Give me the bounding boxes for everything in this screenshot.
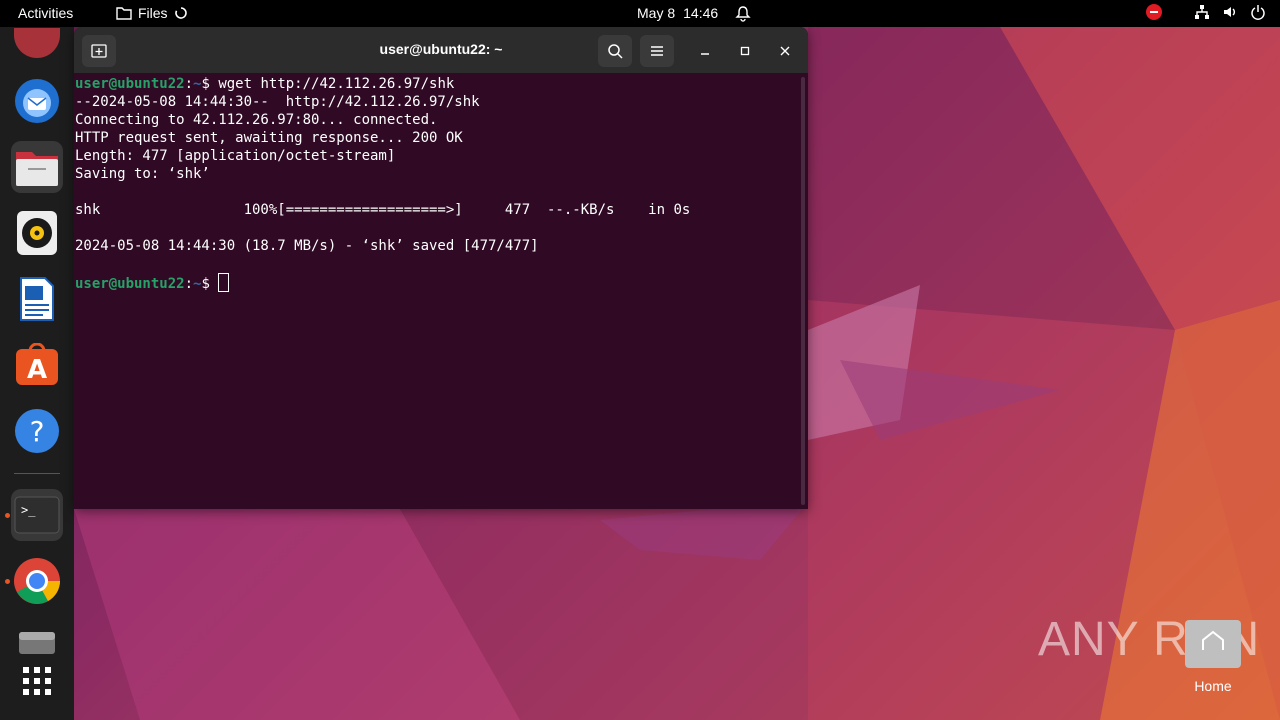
dock-item-files[interactable]: [11, 141, 63, 193]
prompt-symbol: $: [201, 76, 210, 92]
minimize-button[interactable]: [693, 39, 717, 63]
dock-item-software[interactable]: A: [11, 339, 63, 391]
app-menu[interactable]: Files: [116, 5, 188, 21]
dock-item-partial[interactable]: [11, 17, 63, 69]
search-button[interactable]: [598, 35, 632, 67]
dock-item-terminal[interactable]: >_: [11, 489, 63, 541]
maximize-icon: [740, 46, 750, 56]
dock-item-help[interactable]: ?: [11, 405, 63, 457]
output-line: HTTP request sent, awaiting response... …: [75, 130, 463, 146]
files-icon: [16, 152, 58, 186]
folder-icon: [116, 7, 132, 20]
prompt-user: user@ubuntu22: [75, 76, 185, 92]
dock-item-chrome[interactable]: [11, 555, 63, 607]
loading-spinner-icon: [174, 7, 187, 19]
app-grid-icon: [23, 667, 51, 695]
output-line: ​: [75, 183, 800, 201]
dock-separator: [14, 473, 60, 474]
command-text: wget http://42.112.26.97/shk: [209, 76, 455, 92]
running-indicator: [5, 579, 10, 584]
scrollbar[interactable]: [801, 77, 805, 505]
svg-text:>_: >_: [21, 503, 36, 517]
prompt-user: user@ubuntu22: [75, 276, 185, 292]
notification-bell-icon[interactable]: [735, 5, 751, 22]
system-tray[interactable]: [1146, 4, 1266, 20]
menu-button[interactable]: [640, 35, 674, 67]
clock[interactable]: May 8 14:46: [637, 5, 718, 21]
terminal-window[interactable]: user@ubuntu22: ~ user@ubuntu22:~$ wget h…: [74, 27, 808, 509]
network-icon: [1195, 5, 1209, 19]
chrome-icon: [14, 558, 60, 604]
output-line: Connecting to 42.112.26.97:80... connect…: [75, 112, 438, 128]
dock-item-rhythmbox[interactable]: [11, 207, 63, 259]
home-folder-icon[interactable]: [1185, 620, 1241, 668]
svg-text:A: A: [27, 355, 47, 385]
app-icon: [14, 28, 60, 58]
output-line: shk 100%[===================>] 477 --.-K…: [75, 202, 691, 218]
software-icon: A: [16, 343, 58, 385]
text-cursor: [218, 273, 230, 292]
writer-icon: [20, 277, 54, 321]
prompt-symbol: $: [201, 276, 210, 292]
output-line: Length: 477 [application/octet-stream]: [75, 148, 396, 164]
home-folder-label[interactable]: Home: [1180, 678, 1246, 694]
terminal-icon: >_: [14, 496, 60, 534]
power-icon: [1251, 5, 1265, 20]
output-line: --2024-05-08 14:44:30-- http://42.112.26…: [75, 94, 480, 110]
active-prompt-line[interactable]: user@ubuntu22:~$: [75, 273, 800, 293]
output-line: ​: [75, 255, 800, 273]
clock-date: May 8: [637, 5, 676, 21]
recording-indicator-icon[interactable]: [1146, 4, 1162, 20]
close-icon: [780, 46, 790, 56]
running-indicator: [5, 513, 10, 518]
volume-icon: [1224, 7, 1235, 17]
hamburger-menu-icon: [651, 46, 663, 56]
search-icon: [608, 44, 623, 59]
svg-text:?: ?: [30, 415, 45, 448]
thunderbird-icon: [15, 79, 59, 123]
top-bar: Activities Files May 8 14:46: [0, 0, 1280, 27]
disk-icon: [19, 632, 55, 654]
minimize-icon: [701, 53, 709, 55]
rhythmbox-icon: [17, 211, 57, 255]
show-applications-button[interactable]: [11, 655, 63, 707]
home-glyph-icon: [1202, 630, 1224, 650]
dock-item-thunderbird[interactable]: [11, 75, 63, 127]
command-line: user@ubuntu22:~$ wget http://42.112.26.9…: [75, 76, 455, 92]
maximize-button[interactable]: [733, 39, 757, 63]
app-menu-label: Files: [138, 5, 168, 21]
output-line: 2024-05-08 14:44:30 (18.7 MB/s) - ‘shk’ …: [75, 238, 539, 254]
terminal-header-bar[interactable]: user@ubuntu22: ~: [74, 27, 808, 73]
close-button[interactable]: [773, 39, 797, 63]
dock-item-writer[interactable]: [11, 273, 63, 325]
terminal-output[interactable]: user@ubuntu22:~$ wget http://42.112.26.9…: [74, 73, 800, 509]
clock-time: 14:46: [683, 5, 719, 21]
output-line: Saving to: ‘shk’: [75, 166, 210, 182]
output-line: ​: [75, 219, 800, 237]
dock: A ? >_: [0, 27, 74, 720]
help-icon: ?: [15, 409, 59, 453]
